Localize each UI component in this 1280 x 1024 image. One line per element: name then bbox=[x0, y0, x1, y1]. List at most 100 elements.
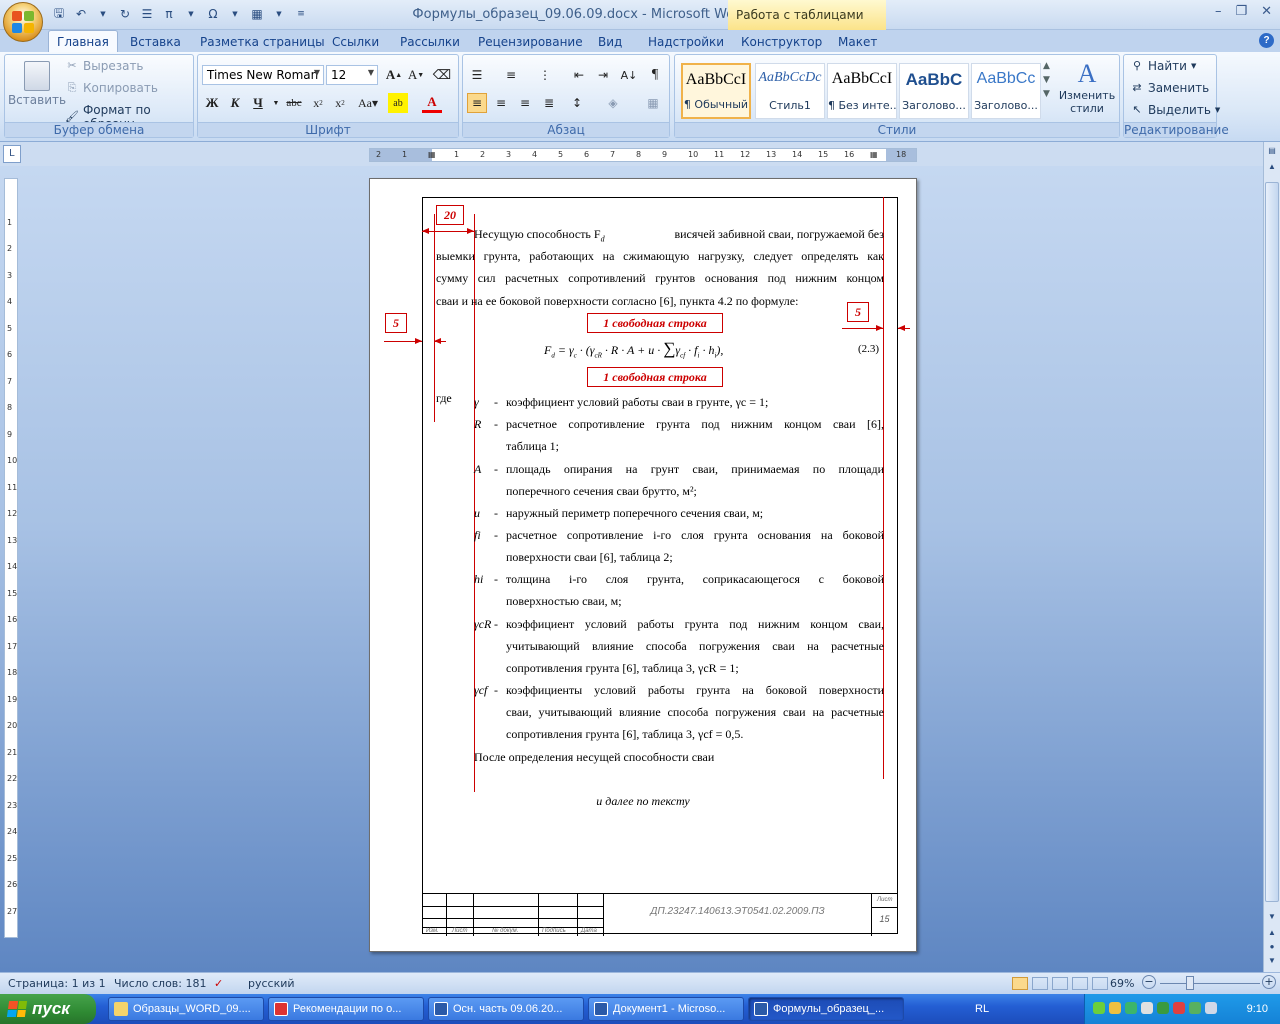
proofing-icon[interactable]: ✓ bbox=[214, 977, 223, 990]
line-spacing-icon[interactable]: ↕ bbox=[567, 93, 587, 113]
styles-scroll[interactable]: ▲ ▼ ▼ bbox=[1043, 61, 1050, 99]
scroll-up-icon[interactable]: ▲ bbox=[1265, 160, 1279, 174]
sort-icon[interactable]: A↓ bbox=[619, 65, 639, 85]
find-button[interactable]: ⚲ Найти ▼ bbox=[1130, 59, 1196, 73]
style-no-spacing[interactable]: AaBbCcI ¶ Без инте... bbox=[827, 63, 897, 119]
vertical-ruler[interactable]: 1 2 3 4 5 6 7 8 9 10 11 12 13 14 15 16 17 18 19 20 21 22 23 24 2… bbox=[4, 178, 18, 938]
word-count[interactable]: Число слов: 181 bbox=[114, 977, 207, 990]
view-ruler-icon[interactable]: ▤ bbox=[1265, 144, 1279, 158]
font-size-select[interactable]: 12 ▼ bbox=[326, 65, 378, 85]
tab-review[interactable]: Рецензирование bbox=[470, 33, 591, 51]
shrink-font-button[interactable]: A ▼ bbox=[406, 65, 426, 85]
zoom-level[interactable]: 69% bbox=[1110, 977, 1134, 990]
change-case-button[interactable]: Aa▾ bbox=[354, 93, 382, 113]
italic-button[interactable]: К bbox=[225, 93, 245, 113]
align-left-icon[interactable]: ≡ bbox=[467, 93, 487, 113]
decrease-indent-icon[interactable]: ⇤ bbox=[569, 65, 589, 85]
shading-icon[interactable]: ◈ bbox=[603, 93, 623, 113]
language-indicator[interactable]: RL bbox=[975, 1003, 989, 1015]
document-page[interactable]: 20 5 5 1 свободная строка 1 свободная ст… bbox=[369, 178, 917, 952]
tray-icon[interactable] bbox=[1157, 1002, 1169, 1014]
web-layout-icon[interactable] bbox=[1052, 977, 1068, 990]
scrollbar-thumb[interactable] bbox=[1265, 182, 1279, 902]
align-right-icon[interactable]: ≡ bbox=[515, 93, 535, 113]
align-center-icon[interactable]: ≡ bbox=[491, 93, 511, 113]
numbering-icon[interactable]: ≡ bbox=[501, 65, 521, 85]
start-button[interactable]: пуск bbox=[0, 994, 96, 1024]
style-style1[interactable]: AaBbCcDc Стиль1 bbox=[755, 63, 825, 119]
zoom-slider-track[interactable] bbox=[1160, 983, 1260, 984]
multilevel-list-icon[interactable]: ⋮ bbox=[535, 65, 555, 85]
restore-icon[interactable]: ❐ bbox=[1235, 4, 1247, 19]
tray-icon[interactable] bbox=[1125, 1002, 1137, 1014]
increase-indent-icon[interactable]: ⇥ bbox=[593, 65, 613, 85]
show-marks-icon[interactable]: ¶ bbox=[645, 65, 665, 85]
vertical-scrollbar[interactable]: ▤ ▲ ▼ ▲ ● ▼ bbox=[1263, 142, 1280, 972]
tab-view[interactable]: Вид bbox=[590, 33, 630, 51]
clock[interactable]: 9:10 bbox=[1247, 1003, 1268, 1015]
office-button[interactable] bbox=[3, 2, 43, 42]
subscript-button[interactable]: x2 bbox=[308, 93, 328, 113]
outline-icon[interactable] bbox=[1072, 977, 1088, 990]
bold-button[interactable]: Ж bbox=[202, 93, 222, 113]
clear-format-button[interactable]: ⌫ bbox=[432, 65, 452, 85]
taskbar-item[interactable]: Документ1 - Microso... bbox=[588, 997, 744, 1021]
change-styles-button[interactable]: A Изменить стили bbox=[1059, 59, 1115, 115]
taskbar-item[interactable]: Образцы_WORD_09.... bbox=[108, 997, 264, 1021]
highlight-button[interactable]: ab bbox=[388, 93, 408, 113]
taskbar-item[interactable]: Осн. часть 09.06.20... bbox=[428, 997, 584, 1021]
tray-icon[interactable] bbox=[1141, 1002, 1153, 1014]
font-name-select[interactable]: Times New Roman ▼ bbox=[202, 65, 324, 85]
close-icon[interactable]: ✕ bbox=[1261, 4, 1272, 19]
taskbar-item-active[interactable]: Формулы_образец_... bbox=[748, 997, 904, 1021]
tray-icon[interactable] bbox=[1109, 1002, 1121, 1014]
next-page-icon[interactable]: ▼ bbox=[1265, 954, 1279, 968]
tab-home[interactable]: Главная bbox=[48, 30, 118, 52]
full-screen-reading-icon[interactable] bbox=[1032, 977, 1048, 990]
page-count[interactable]: Страница: 1 из 1 bbox=[8, 977, 106, 990]
cut-button[interactable]: ✂ Вырезать bbox=[65, 59, 143, 73]
grow-font-button[interactable]: A ▲ bbox=[384, 65, 404, 85]
chevron-down-icon[interactable]: ▼ bbox=[266, 93, 286, 113]
tab-mailings[interactable]: Рассылки bbox=[392, 33, 468, 51]
paste-button[interactable]: Вставить bbox=[8, 61, 66, 107]
bullets-icon[interactable]: ☰ bbox=[467, 65, 487, 85]
style-heading-1[interactable]: AaBbC Заголово... bbox=[899, 63, 969, 119]
minimize-icon[interactable]: – bbox=[1215, 4, 1222, 19]
zoom-out-icon[interactable]: − bbox=[1142, 975, 1156, 989]
strikethrough-button[interactable]: abc bbox=[284, 93, 304, 113]
style-normal[interactable]: AaBbCcI ¶ Обычный bbox=[681, 63, 751, 119]
browse-object-icon[interactable]: ● bbox=[1265, 940, 1279, 954]
help-icon[interactable]: ? bbox=[1259, 33, 1274, 48]
copy-button[interactable]: ⎘ Копировать bbox=[65, 81, 158, 95]
tray-icon[interactable] bbox=[1189, 1002, 1201, 1014]
tab-design[interactable]: Конструктор bbox=[733, 33, 830, 51]
borders-icon[interactable]: ▦ bbox=[643, 93, 663, 113]
tray-icon[interactable] bbox=[1173, 1002, 1185, 1014]
underline-button[interactable]: Ч bbox=[248, 93, 268, 113]
zoom-slider-thumb[interactable] bbox=[1186, 976, 1194, 990]
tab-layout[interactable]: Макет bbox=[830, 33, 885, 51]
taskbar-item[interactable]: Рекомендации по о... bbox=[268, 997, 424, 1021]
tab-page-layout[interactable]: Разметка страницы bbox=[192, 33, 333, 51]
select-button[interactable]: ↖ Выделить ▼ bbox=[1130, 103, 1220, 117]
view-buttons bbox=[1012, 977, 1108, 990]
tab-selector[interactable]: L bbox=[3, 145, 21, 163]
horizontal-ruler[interactable]: 2 1 ▦ 1 2 3 4 5 6 7 8 9 10 11 12 13 14 15 16 ▦ 18 bbox=[369, 148, 917, 162]
language-indicator[interactable]: русский bbox=[248, 977, 295, 990]
print-layout-icon[interactable] bbox=[1012, 977, 1028, 990]
tray-icon[interactable] bbox=[1093, 1002, 1105, 1014]
prev-page-icon[interactable]: ▲ bbox=[1265, 926, 1279, 940]
superscript-button[interactable]: x2 bbox=[330, 93, 350, 113]
tray-icon[interactable] bbox=[1205, 1002, 1217, 1014]
tab-references[interactable]: Ссылки bbox=[324, 33, 387, 51]
tab-insert[interactable]: Вставка bbox=[122, 33, 189, 51]
zoom-in-icon[interactable]: + bbox=[1262, 975, 1276, 989]
justify-icon[interactable]: ≣ bbox=[539, 93, 559, 113]
scroll-down-icon[interactable]: ▼ bbox=[1265, 910, 1279, 924]
font-color-button[interactable]: A bbox=[422, 93, 442, 113]
style-heading-2[interactable]: AaBbCc Заголово... bbox=[971, 63, 1041, 119]
tab-addins[interactable]: Надстройки bbox=[640, 33, 732, 51]
draft-icon[interactable] bbox=[1092, 977, 1108, 990]
replace-button[interactable]: ⇄ Заменить bbox=[1130, 81, 1209, 95]
